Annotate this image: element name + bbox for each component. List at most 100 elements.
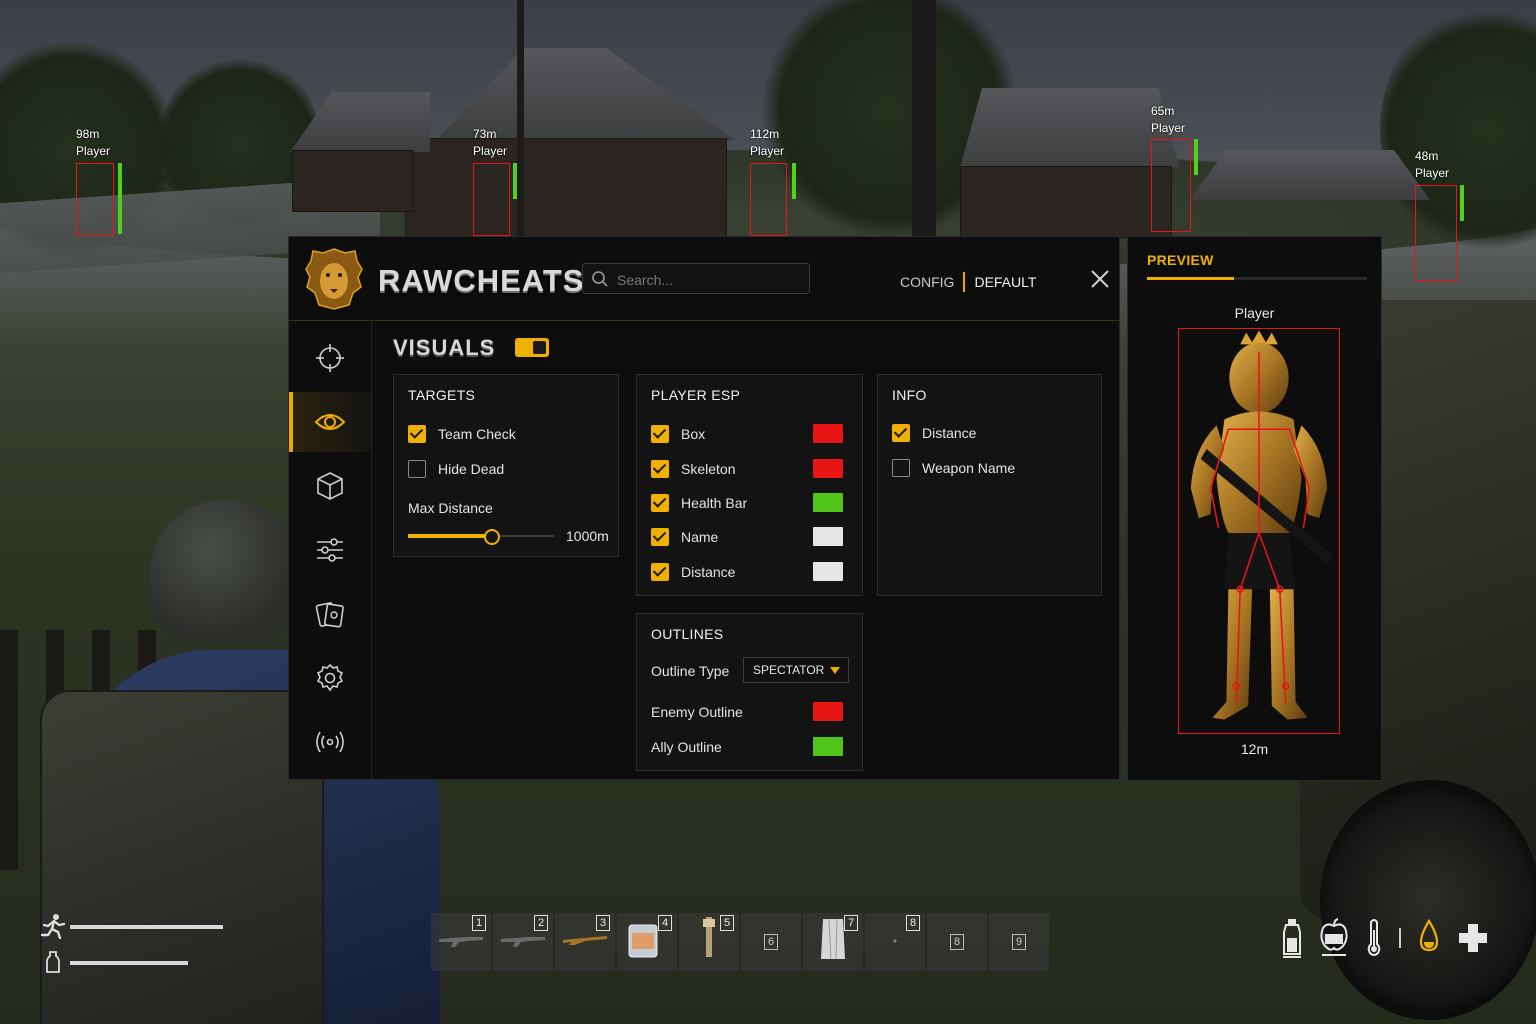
menu-header: RAWCHEATS CONFIG DEFAULT [289, 237, 1119, 321]
esp-skeleton-color-swatch[interactable] [813, 459, 843, 478]
esp-target: 73m Player [473, 126, 523, 236]
search-box[interactable] [582, 263, 810, 294]
esp-name: Player [473, 144, 508, 158]
cards-icon [315, 602, 344, 628]
max-distance-slider[interactable] [408, 527, 554, 545]
hotbar-slot[interactable]: 7 [803, 913, 863, 971]
hotbar-slot[interactable]: 6 [741, 913, 801, 971]
esp-name-color-swatch[interactable] [813, 527, 843, 546]
hotbar-slot[interactable]: 4 [617, 913, 677, 971]
esp-box [473, 163, 510, 236]
hotbar-slot[interactable]: 5 [679, 913, 739, 971]
roof [1190, 150, 1430, 200]
info-distance-checkbox[interactable] [892, 424, 910, 442]
esp-health-checkbox[interactable] [651, 494, 669, 512]
esp-box-checkbox[interactable] [651, 425, 669, 443]
esp-box-row[interactable]: Box [651, 424, 705, 444]
esp-distance: 98m [76, 127, 100, 141]
esp-box-color-swatch[interactable] [813, 424, 843, 443]
esp-distance-checkbox[interactable] [651, 563, 669, 581]
esp-distance: 112m [750, 127, 780, 141]
outlines-title: OUTLINES [651, 626, 724, 642]
info-distance-row[interactable]: Distance [892, 423, 976, 443]
esp-box [1415, 185, 1457, 281]
info-distance-label: Distance [922, 425, 977, 441]
targets-title: TARGETS [408, 387, 476, 403]
esp-skeleton-checkbox[interactable] [651, 460, 669, 478]
enemy-outline-color-swatch[interactable] [813, 702, 843, 721]
esp-name: Player [1415, 166, 1450, 180]
team-check-checkbox[interactable] [408, 425, 426, 443]
esp-box [76, 163, 114, 236]
info-weapon-row[interactable]: Weapon Name [892, 458, 1015, 478]
sidebar-item-items[interactable] [289, 456, 371, 516]
water-bottle-icon [1283, 919, 1301, 958]
config-selector[interactable]: CONFIG DEFAULT [900, 272, 1036, 292]
esp-health-bar [1460, 185, 1464, 221]
hotbar-slot[interactable]: 3 [555, 913, 615, 971]
esp-health-bar [513, 163, 517, 199]
hotbar-slot-number: 5 [720, 915, 734, 931]
hide-dead-checkbox[interactable] [408, 460, 426, 478]
esp-target: 48m Player [1415, 148, 1465, 283]
esp-target: 98m Player [76, 126, 126, 236]
esp-name: Player [750, 144, 785, 158]
esp-distance: 65m [1151, 104, 1175, 118]
water-level-icon [46, 951, 60, 973]
helmet [150, 500, 300, 640]
sidebar-item-skins[interactable] [289, 584, 371, 644]
esp-skeleton-label: Skeleton [681, 461, 736, 477]
info-weapon-label: Weapon Name [922, 460, 1016, 476]
ally-outline-color-swatch[interactable] [813, 737, 843, 756]
hotbar-slot-number: 8 [906, 915, 920, 931]
esp-distance-row[interactable]: Distance [651, 562, 735, 582]
hotbar-slot[interactable]: 8 [865, 913, 925, 971]
chevron-down-icon [830, 667, 840, 674]
sidebar-item-misc[interactable] [289, 520, 371, 580]
esp-skeleton-row[interactable]: Skeleton [651, 459, 735, 479]
hotbar-slot[interactable]: 9 [989, 913, 1049, 971]
preview-distance: 12m [1240, 741, 1269, 757]
hide-dead-row[interactable]: Hide Dead [408, 459, 504, 479]
visuals-toggle[interactable] [515, 338, 549, 357]
sidebar-item-aimbot[interactable] [289, 328, 371, 388]
close-icon[interactable] [1089, 268, 1111, 290]
search-input[interactable] [615, 269, 804, 291]
hotbar-slot[interactable]: 8 [927, 913, 987, 971]
hotbar-slot-number: 1 [472, 915, 486, 931]
water-bar [70, 961, 188, 965]
hotbar-slot-number: 3 [596, 915, 610, 931]
house [405, 138, 727, 240]
config-value[interactable]: DEFAULT [974, 274, 1036, 290]
esp-distance-label: Distance [681, 564, 736, 580]
esp-distance-color-swatch[interactable] [813, 562, 843, 581]
hotbar-slot[interactable]: 1 [431, 913, 491, 971]
slider-handle[interactable] [484, 529, 501, 545]
canister-icon [628, 924, 658, 958]
status-divider [1399, 928, 1401, 948]
hotbar-slot-number: 6 [764, 934, 778, 950]
outline-type-label: Outline Type [651, 663, 730, 679]
esp-name-row[interactable]: Name [651, 527, 718, 547]
hotbar-slot-number: 8 [950, 934, 964, 950]
info-weapon-checkbox[interactable] [892, 459, 910, 477]
config-label: CONFIG [900, 274, 955, 290]
sidebar-item-network[interactable] [289, 712, 371, 772]
esp-health-color-swatch[interactable] [813, 493, 843, 512]
hotbar: 1 2 3 4 5 6 7 8 8 9 [431, 913, 1049, 971]
thermometer-icon [1367, 919, 1381, 956]
broadcast-icon [316, 731, 344, 753]
esp-distance: 73m [473, 127, 497, 141]
health-cross-icon [1459, 924, 1487, 952]
esp-name: Player [1151, 121, 1186, 135]
esp-health-row[interactable]: Health Bar [651, 493, 747, 513]
esp-health-label: Health Bar [681, 495, 748, 511]
esp-name: Player [76, 144, 111, 158]
esp-name-checkbox[interactable] [651, 528, 669, 546]
sidebar-item-visuals[interactable] [289, 392, 371, 452]
sidebar-item-settings[interactable] [289, 648, 371, 708]
hotbar-slot[interactable]: 2 [493, 913, 553, 971]
slider-fill [408, 534, 492, 538]
outline-type-dropdown[interactable]: SPECTATOR [743, 657, 849, 683]
team-check-row[interactable]: Team Check [408, 424, 516, 444]
